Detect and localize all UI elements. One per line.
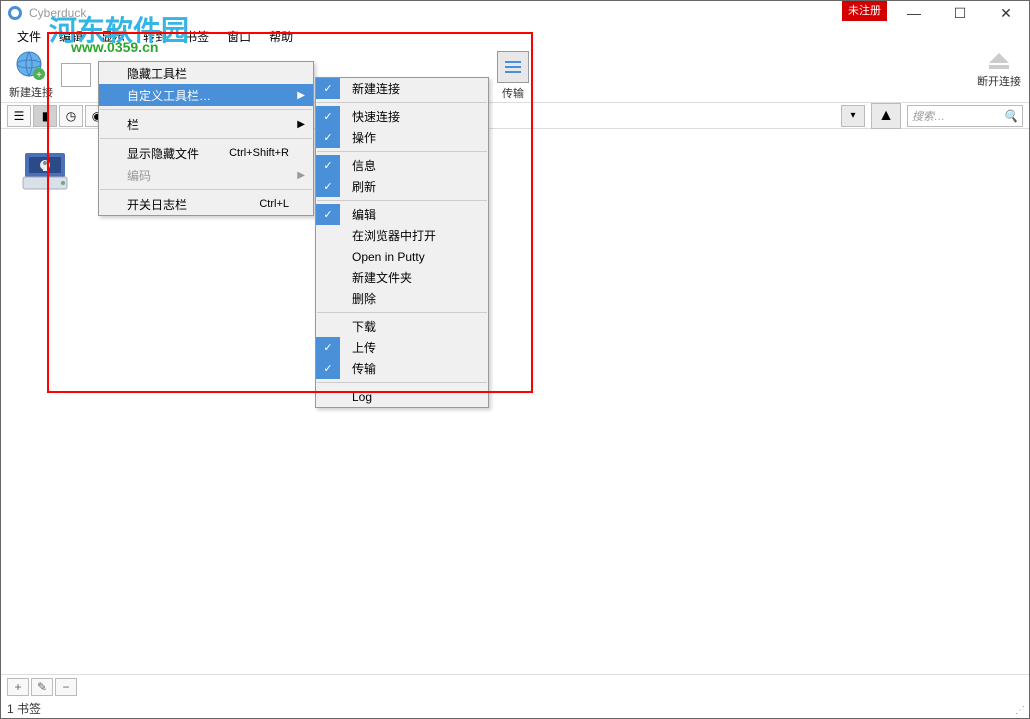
- globe-icon: +: [15, 50, 47, 82]
- submenu-label: 刷新: [352, 178, 376, 195]
- statusbar: 1 书签 ⋰: [1, 698, 1029, 718]
- maximize-button[interactable]: ☐: [937, 1, 983, 25]
- menu-separator: [317, 382, 487, 383]
- menu-customize-toolbar[interactable]: 自定义工具栏…▶: [99, 84, 313, 106]
- search-input[interactable]: 搜索… 🔍: [907, 105, 1023, 127]
- menu-separator: [100, 138, 312, 139]
- check-icon: ✓: [316, 358, 340, 379]
- menu-separator: [317, 312, 487, 313]
- submenu-item[interactable]: ✓删除: [316, 288, 488, 309]
- submenu-item[interactable]: ✓ 上传: [316, 337, 488, 358]
- disconnect-button[interactable]: 断开连接: [977, 51, 1021, 89]
- path-dropdown-arrow[interactable]: ▾: [841, 105, 865, 127]
- submenu-item[interactable]: ✓Log: [316, 386, 488, 407]
- submenu-item[interactable]: ✓下载: [316, 316, 488, 337]
- eject-icon: [985, 51, 1013, 71]
- menu-toggle-log[interactable]: 开关日志栏Ctrl+L: [99, 193, 313, 215]
- submenu-label: 新建文件夹: [352, 269, 412, 286]
- submenu-item[interactable]: ✓ 操作: [316, 127, 488, 148]
- menu-goto[interactable]: 转到: [135, 26, 175, 47]
- view-menu: 隐藏工具栏 自定义工具栏…▶ 栏▶ 显示隐藏文件Ctrl+Shift+R 编码▶…: [98, 61, 314, 216]
- submenu-label: Log: [352, 390, 372, 404]
- menu-file[interactable]: 文件: [9, 26, 49, 47]
- menu-separator: [317, 102, 487, 103]
- submenu-label: Open in Putty: [352, 250, 425, 264]
- disconnect-label: 断开连接: [977, 73, 1021, 89]
- drive-icon: [19, 149, 71, 193]
- submenu-label: 删除: [352, 290, 376, 307]
- check-icon: ✓: [316, 127, 340, 148]
- close-button[interactable]: ✕: [983, 1, 1029, 25]
- check-icon: ✓: [316, 155, 340, 176]
- new-connection-label: 新建连接: [9, 84, 53, 100]
- view-bookmark-button[interactable]: ▮: [33, 105, 57, 127]
- titlebar: Cyberduck 未注册 — ☐ ✕: [1, 1, 1029, 25]
- menu-show-hidden[interactable]: 显示隐藏文件Ctrl+Shift+R: [99, 142, 313, 164]
- menu-separator: [100, 189, 312, 190]
- resize-grip[interactable]: ⋰: [1015, 705, 1025, 716]
- submenu-label: 传输: [352, 360, 376, 377]
- view-list-button[interactable]: ☰: [7, 105, 31, 127]
- unregistered-badge[interactable]: 未注册: [842, 1, 887, 21]
- submenu-item[interactable]: ✓ 信息: [316, 155, 488, 176]
- submenu-item[interactable]: ✓Open in Putty: [316, 246, 488, 267]
- check-icon: ✓: [316, 204, 340, 225]
- submenu-label: 上传: [352, 339, 376, 356]
- transfer-label: 传输: [502, 85, 524, 101]
- window-controls: 未注册 — ☐ ✕: [842, 1, 1029, 25]
- submenu-label: 新建连接: [352, 80, 400, 97]
- menu-encoding: 编码▶: [99, 164, 313, 186]
- window-title: Cyberduck: [29, 6, 86, 20]
- customize-toolbar-submenu: ✓新建连接✓快速连接✓操作✓信息✓刷新✓编辑✓在浏览器中打开✓Open in P…: [315, 77, 489, 408]
- menu-separator: [317, 151, 487, 152]
- menu-window[interactable]: 窗口: [219, 26, 259, 47]
- menu-bookmark[interactable]: 书签: [177, 26, 217, 47]
- app-icon: [7, 5, 23, 21]
- toolbar-dropdown[interactable]: [61, 63, 91, 87]
- submenu-item[interactable]: ✓ 编辑: [316, 204, 488, 225]
- transfer-icon: [497, 51, 529, 83]
- transfer-button[interactable]: 传输: [497, 51, 529, 101]
- submenu-label: 快速连接: [352, 108, 400, 125]
- search-placeholder: 搜索…: [912, 108, 945, 124]
- menu-hide-toolbar[interactable]: 隐藏工具栏: [99, 62, 313, 84]
- up-button[interactable]: ▲: [871, 103, 901, 129]
- submenu-item[interactable]: ✓在浏览器中打开: [316, 225, 488, 246]
- check-icon: ✓: [316, 176, 340, 197]
- edit-bookmark-button[interactable]: ✎: [31, 678, 53, 696]
- menu-edit[interactable]: 编辑: [51, 26, 91, 47]
- menu-columns[interactable]: 栏▶: [99, 113, 313, 135]
- remove-bookmark-button[interactable]: −: [55, 678, 77, 696]
- status-text: 1 书签: [7, 700, 41, 717]
- view-history-button[interactable]: ◷: [59, 105, 83, 127]
- check-icon: ✓: [316, 337, 340, 358]
- bookmark-item[interactable]: [15, 149, 75, 193]
- check-icon: ✓: [316, 106, 340, 127]
- submenu-item[interactable]: ✓ 新建连接: [316, 78, 488, 99]
- submenu-item[interactable]: ✓新建文件夹: [316, 267, 488, 288]
- submenu-label: 下载: [352, 318, 376, 335]
- submenu-label: 操作: [352, 129, 376, 146]
- minimize-button[interactable]: —: [891, 1, 937, 25]
- menubar: 文件 编辑 显示 转到 书签 窗口 帮助: [1, 25, 1029, 47]
- menu-help[interactable]: 帮助: [261, 26, 301, 47]
- submenu-label: 信息: [352, 157, 376, 174]
- svg-text:+: +: [36, 70, 42, 81]
- submenu-label: 在浏览器中打开: [352, 227, 436, 244]
- submenu-item[interactable]: ✓ 快速连接: [316, 106, 488, 127]
- menu-separator: [100, 109, 312, 110]
- new-connection-button[interactable]: + 新建连接: [9, 50, 53, 100]
- menu-view[interactable]: 显示: [93, 26, 133, 47]
- submenu-item[interactable]: ✓ 传输: [316, 358, 488, 379]
- add-bookmark-button[interactable]: +: [7, 678, 29, 696]
- search-icon: 🔍: [1003, 109, 1018, 123]
- bottombar: + ✎ −: [1, 674, 1029, 698]
- submenu-label: 编辑: [352, 206, 376, 223]
- submenu-item[interactable]: ✓ 刷新: [316, 176, 488, 197]
- check-icon: ✓: [316, 78, 340, 99]
- menu-separator: [317, 200, 487, 201]
